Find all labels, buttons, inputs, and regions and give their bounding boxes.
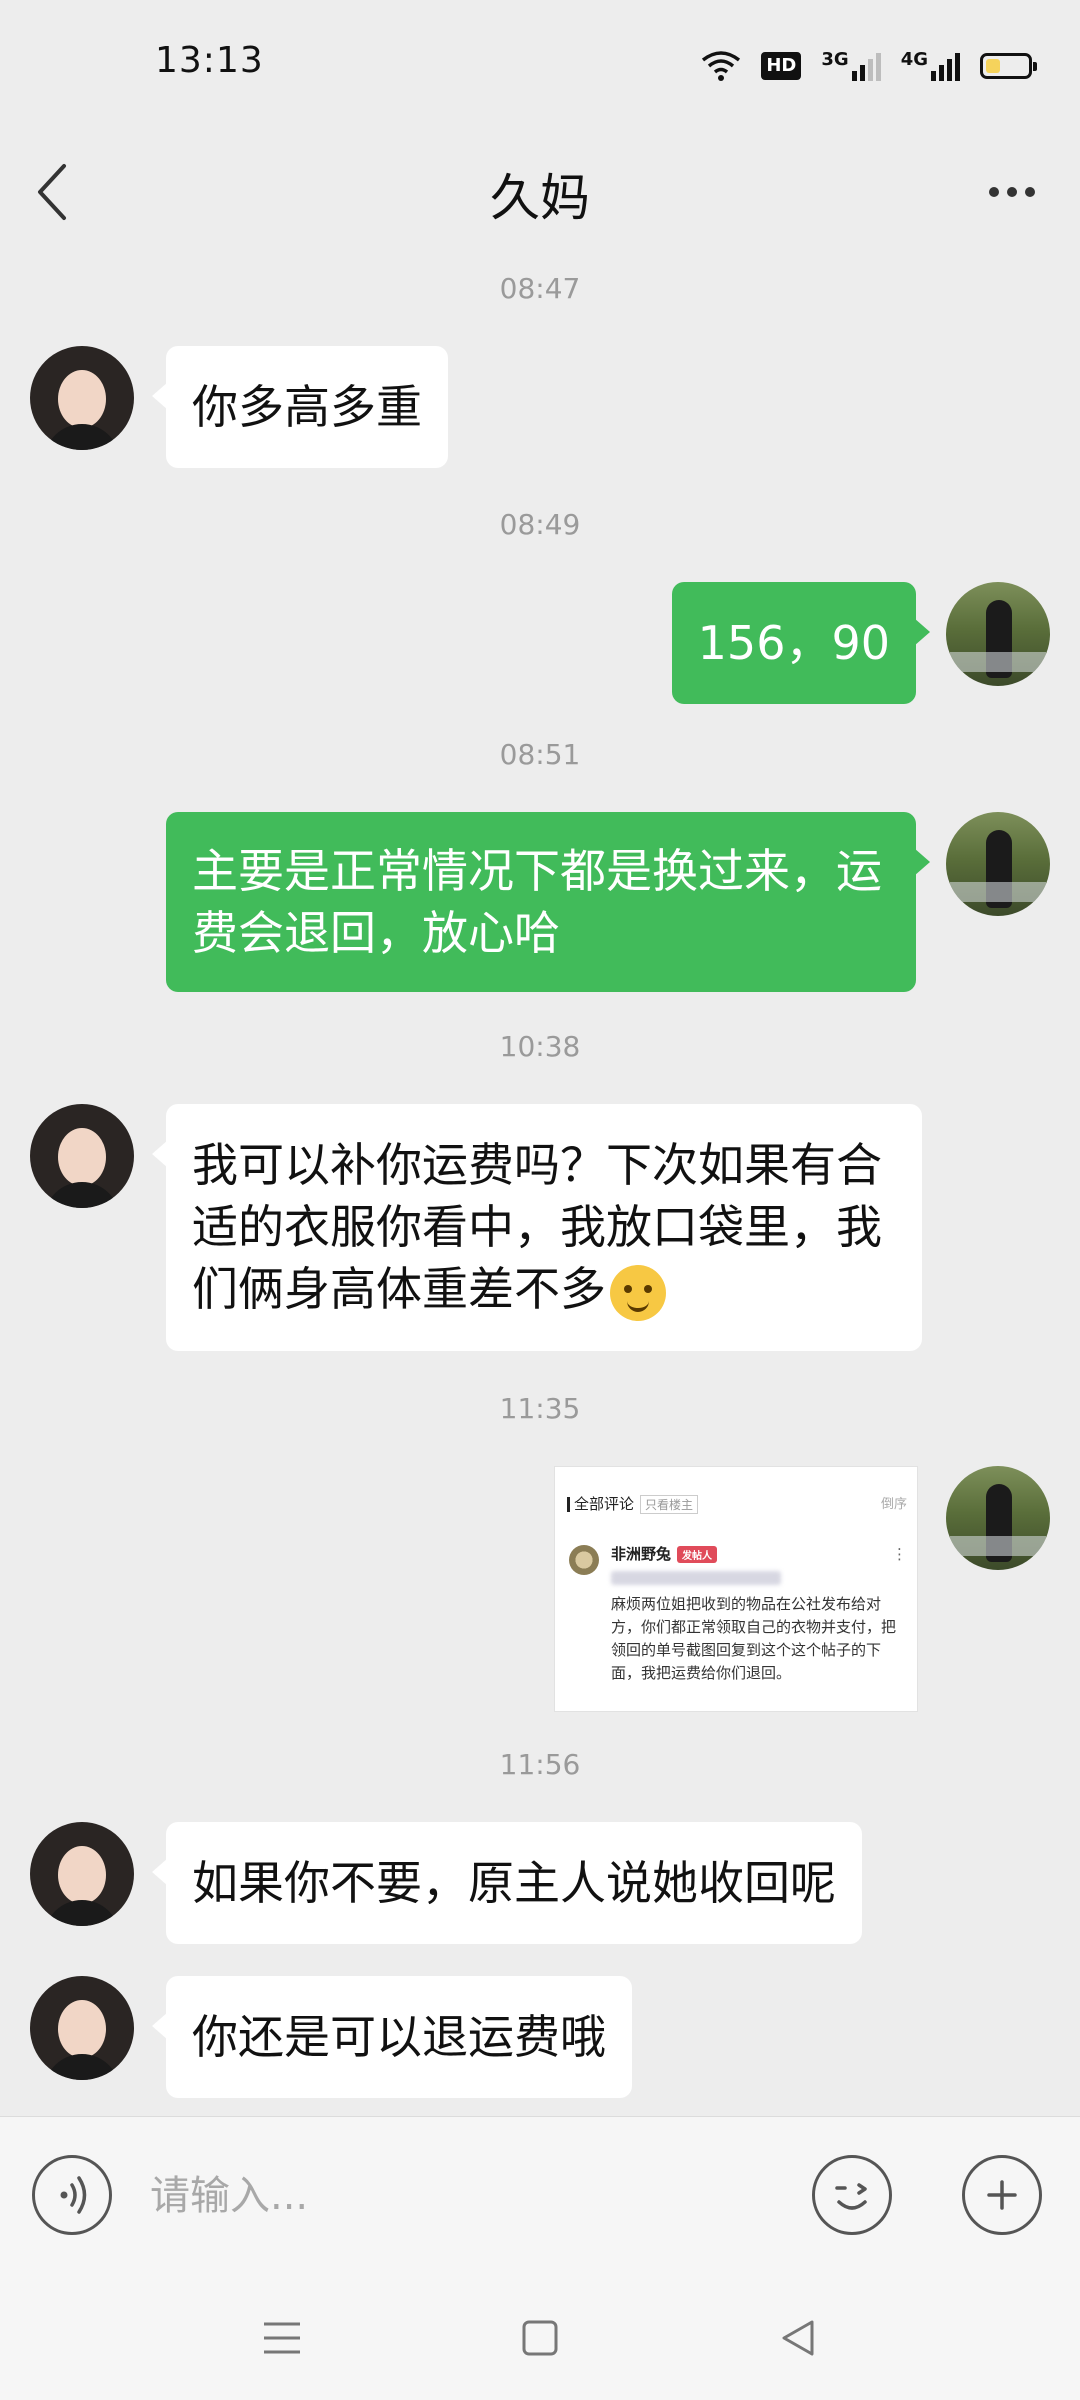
chat-area[interactable]: 08:47 你多高多重 08:49 156，90 08:51 主要是正常情况下都… bbox=[0, 254, 1080, 2116]
emoji-icon bbox=[835, 2183, 867, 2210]
message-text: 我可以补你运费吗？下次如果有合适的衣服你看中，我放口袋里，我们俩身高体重差不多 bbox=[192, 1138, 882, 1316]
signal-4g-icon: 4G bbox=[901, 51, 960, 81]
message-incoming[interactable]: 你多高多重 bbox=[152, 346, 448, 468]
timestamp: 10:38 bbox=[499, 1030, 581, 1063]
signal-3g-icon: 3G bbox=[821, 49, 881, 81]
more-options-icon[interactable] bbox=[972, 152, 1052, 232]
emoji-smile-icon bbox=[610, 1264, 666, 1321]
status-bar: 13:13 HD 3G 4G bbox=[0, 0, 1080, 130]
message-outgoing[interactable]: 156，90 bbox=[671, 582, 931, 704]
commenter-name: 非洲野兔 发帖人 bbox=[611, 1543, 718, 1564]
comment-header: 全部评论 只看楼主 bbox=[567, 1493, 699, 1514]
plus-icon bbox=[987, 2180, 1017, 2210]
contact-avatar[interactable] bbox=[30, 1822, 134, 1926]
message-incoming[interactable]: 如果你不要，原主人说她收回呢 bbox=[152, 1822, 862, 1944]
comment-more-icon: ⋮ bbox=[892, 1545, 907, 1563]
commenter-name-text: 非洲野兔 bbox=[611, 1545, 672, 1563]
emoji-button[interactable] bbox=[812, 2155, 892, 2235]
home-icon[interactable] bbox=[516, 2314, 564, 2362]
my-avatar[interactable] bbox=[946, 812, 1050, 916]
message-incoming[interactable]: 我可以补你运费吗？下次如果有合适的衣服你看中，我放口袋里，我们俩身高体重差不多 bbox=[152, 1104, 922, 1351]
message-incoming[interactable]: 你还是可以退运费哦 bbox=[152, 1976, 632, 2098]
commenter-avatar bbox=[569, 1545, 599, 1575]
add-button[interactable] bbox=[962, 2155, 1042, 2235]
wifi-icon bbox=[702, 51, 741, 81]
message-outgoing[interactable]: 主要是正常情况下都是换过来，运费会退回，放心哈 bbox=[166, 812, 930, 992]
voice-icon bbox=[60, 2176, 87, 2214]
blurred-text bbox=[611, 1571, 781, 1585]
input-bar: 请输入... bbox=[0, 2116, 1080, 2277]
op-only-tag: 只看楼主 bbox=[640, 1495, 699, 1514]
net-3g-label: 3G bbox=[821, 49, 849, 70]
contact-avatar[interactable] bbox=[30, 1976, 134, 2080]
battery-icon bbox=[980, 53, 1037, 79]
status-icons: HD 3G 4G bbox=[701, 46, 1037, 86]
image-message[interactable]: 全部评论 只看楼主 倒序 非洲野兔 发帖人 ⋮ 麻烦两位姐把收到的物品在公社发布给对… bbox=[554, 1466, 918, 1712]
chat-title: 久妈 bbox=[490, 169, 590, 227]
timestamp: 08:47 bbox=[499, 272, 581, 305]
timestamp: 11:56 bbox=[499, 1748, 581, 1781]
status-time: 13:13 bbox=[155, 40, 264, 81]
message-input[interactable]: 请输入... bbox=[150, 2163, 770, 2229]
timestamp: 11:35 bbox=[499, 1392, 581, 1425]
sort-label: 倒序 bbox=[880, 1497, 907, 1512]
menu-icon[interactable] bbox=[258, 2314, 306, 2362]
contact-avatar[interactable] bbox=[30, 1104, 134, 1208]
chat-header: 久妈 bbox=[0, 130, 1080, 254]
back-icon[interactable] bbox=[774, 2314, 822, 2362]
poster-badge: 发帖人 bbox=[677, 1546, 718, 1563]
contact-avatar[interactable] bbox=[30, 346, 134, 450]
timestamp: 08:51 bbox=[499, 738, 581, 771]
comment-header-label: 全部评论 bbox=[574, 1495, 635, 1513]
system-nav-bar bbox=[0, 2276, 1080, 2400]
timestamp: 08:49 bbox=[499, 508, 581, 541]
comment-body: 麻烦两位姐把收到的物品在公社发布给对方，你们都正常领取自己的衣物并支付，把领回的… bbox=[611, 1595, 897, 1682]
hd-voice-badge: HD bbox=[761, 52, 802, 80]
my-avatar[interactable] bbox=[946, 1466, 1050, 1570]
net-4g-label: 4G bbox=[900, 49, 928, 70]
voice-button[interactable] bbox=[32, 2155, 112, 2235]
my-avatar[interactable] bbox=[946, 582, 1050, 686]
